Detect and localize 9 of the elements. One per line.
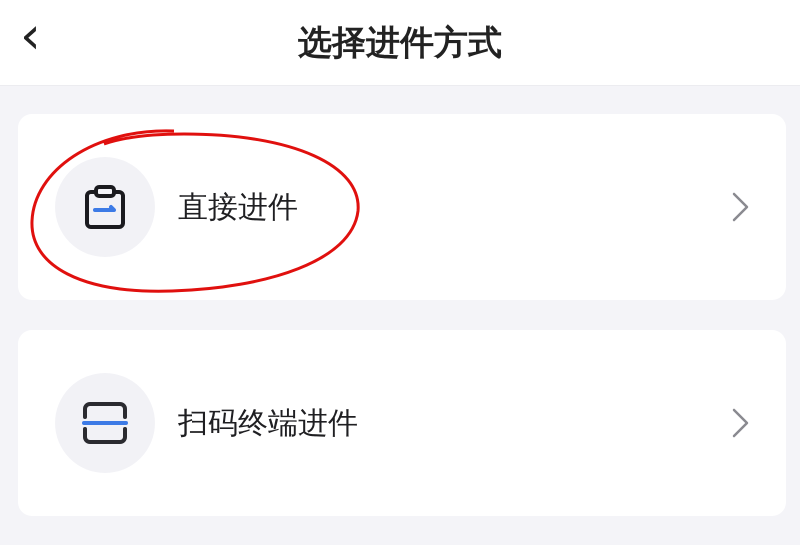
chevron-right-icon [730,407,750,439]
option-card[interactable]: 扫码终端进件 [18,330,786,516]
page-title: 选择进件方式 [298,22,502,64]
chevron-right-icon [730,191,750,223]
option-card[interactable]: 直接进件 [18,114,786,300]
scan-icon [81,399,129,447]
option-label: 扫码终端进件 [178,404,359,442]
back-button[interactable]: ‹ [14,10,47,62]
option-label: 直接进件 [178,188,299,226]
